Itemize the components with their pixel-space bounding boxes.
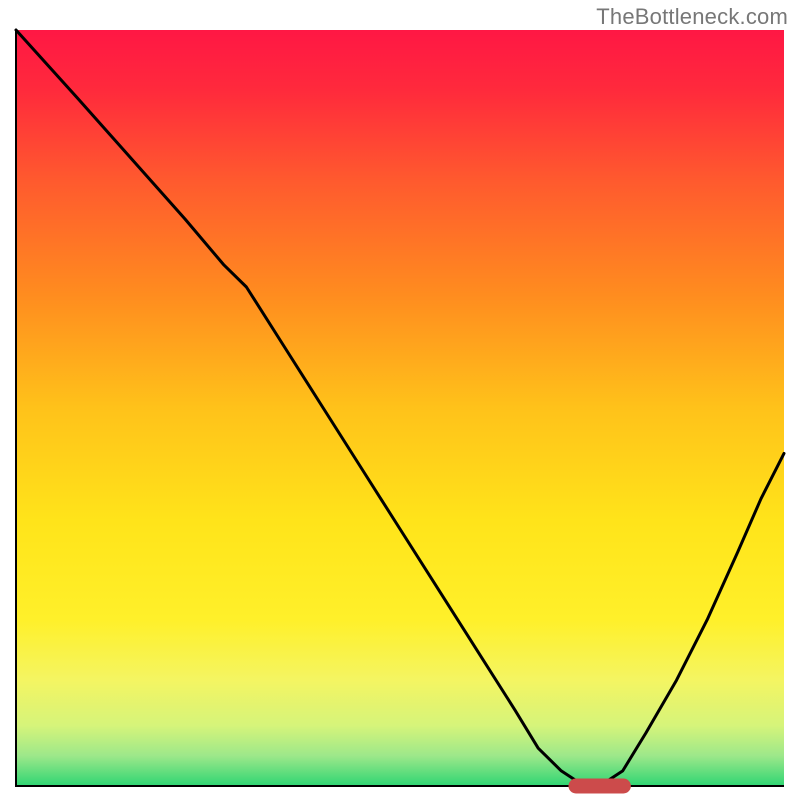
gradient-background — [16, 30, 784, 786]
chart-container: { "watermark": "TheBottleneck.com", "cha… — [0, 0, 800, 800]
bottleneck-chart — [0, 0, 800, 800]
optimal-marker — [569, 779, 630, 793]
watermark-text: TheBottleneck.com — [596, 4, 788, 30]
